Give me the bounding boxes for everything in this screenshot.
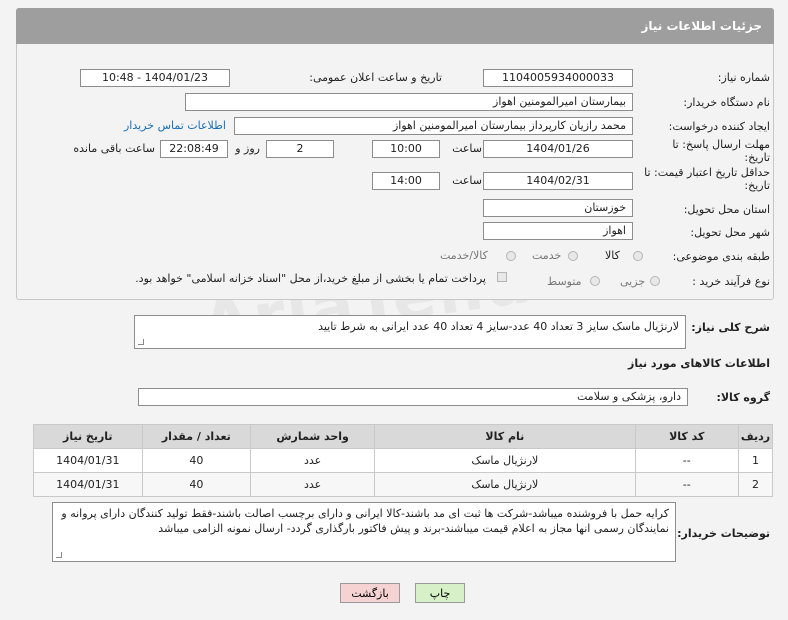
col-unit: واحد شمارش xyxy=(250,424,376,449)
category-goods-service-radio[interactable] xyxy=(506,251,516,261)
cell-qty: 40 xyxy=(141,448,252,473)
panel-title: جزئیات اطلاعات نیاز xyxy=(641,19,762,33)
price-time-field: 14:00 xyxy=(372,172,440,190)
col-qty: تعداد / مقدار xyxy=(141,424,252,449)
cell-name: لارنژیال ماسک xyxy=(374,472,636,497)
cell-date: 1404/01/31 xyxy=(33,448,143,473)
cell-row: 1 xyxy=(737,448,774,473)
response-deadline-label: مهلت ارسال پاسخ: تا تاریخ: xyxy=(672,138,770,164)
price-date-field: 1404/02/31 xyxy=(483,172,633,190)
cell-code: -- xyxy=(634,448,739,473)
col-row: ردیف xyxy=(737,424,774,449)
process-type-label: نوع فرآیند خرید : xyxy=(692,275,770,288)
days-left-field: 2 xyxy=(266,140,334,158)
description-label: شرح کلی نیاز: xyxy=(691,321,770,334)
hours-left-label: ساعت باقی مانده xyxy=(73,142,155,155)
col-code: کد کالا xyxy=(634,424,739,449)
goods-table-header: ردیف کد کالا نام کالا واحد شمارش تعداد /… xyxy=(33,424,774,449)
city-label: شهر محل تحویل: xyxy=(690,226,770,239)
description-text: لارنژیال ماسک سایز 3 تعداد 40 عدد-سایز 4… xyxy=(318,320,679,333)
treasury-payment-note: پرداخت تمام یا بخشی از مبلغ خرید،از محل … xyxy=(135,272,486,285)
goods-info-heading: اطلاعات کالاهای مورد نیاز xyxy=(628,357,770,370)
buyer-notes-text: کرایه حمل با فروشنده میباشد-شرکت ها ثبت … xyxy=(61,507,669,535)
buyer-org-field: بیمارستان امیرالمومنین اهواز xyxy=(185,93,633,111)
category-goods-service-label: کالا/خدمت xyxy=(440,249,488,262)
cell-unit: عدد xyxy=(250,448,376,473)
response-date-field: 1404/01/26 xyxy=(483,140,633,158)
panel-header: جزئیات اطلاعات نیاز xyxy=(16,8,774,44)
buyer-notes-textarea: کرایه حمل با فروشنده میباشد-شرکت ها ثبت … xyxy=(52,502,676,562)
col-date: تاریخ نیاز xyxy=(33,424,143,449)
col-name: نام کالا xyxy=(374,424,636,449)
cell-unit: عدد xyxy=(250,472,376,497)
cell-name: لارنژیال ماسک xyxy=(374,448,636,473)
category-goods-radio[interactable] xyxy=(633,251,643,261)
province-field: خوزستان xyxy=(483,199,633,217)
category-goods-label: کالا xyxy=(605,249,620,262)
category-service-radio[interactable] xyxy=(568,251,578,261)
city-field: اهواز xyxy=(483,222,633,240)
goods-table: ردیف کد کالا نام کالا واحد شمارش تعداد /… xyxy=(33,424,774,497)
treasury-payment-checkbox[interactable] xyxy=(497,272,507,282)
description-textarea: لارنژیال ماسک سایز 3 تعداد 40 عدد-سایز 4… xyxy=(134,315,686,349)
cell-row: 2 xyxy=(737,472,774,497)
process-medium-label: متوسط xyxy=(547,275,582,288)
province-label: استان محل تحویل: xyxy=(683,203,770,216)
cell-code: -- xyxy=(634,472,739,497)
process-minor-radio[interactable] xyxy=(650,276,660,286)
buyer-notes-resize-handle[interactable] xyxy=(56,552,62,558)
need-number-label: شماره نیاز: xyxy=(717,71,770,84)
announce-datetime-label: تاریخ و ساعت اعلان عمومی: xyxy=(309,71,442,84)
goods-group-field: دارو، پزشکی و سلامت xyxy=(138,388,688,406)
process-medium-radio[interactable] xyxy=(590,276,600,286)
category-service-label: خدمت xyxy=(532,249,562,262)
buyer-org-label: نام دستگاه خریدار: xyxy=(683,96,770,109)
response-time-field: 10:00 xyxy=(372,140,440,158)
price-validity-label: حداقل تاریخ اعتبار قیمت: تا تاریخ: xyxy=(644,166,770,192)
time-left-field: 22:08:49 xyxy=(160,140,228,158)
process-minor-label: جزیی xyxy=(620,275,646,288)
price-time-label: ساعت xyxy=(452,174,482,187)
cell-qty: 40 xyxy=(141,472,252,497)
announce-datetime-field: 1404/01/23 - 10:48 xyxy=(80,69,230,87)
table-row: 2 -- لارنژیال ماسک عدد 40 1404/01/31 xyxy=(33,472,774,497)
print-button[interactable]: چاپ xyxy=(415,583,465,603)
back-button[interactable]: بازگشت xyxy=(340,583,400,603)
category-label: طبقه بندی موضوعی: xyxy=(672,250,770,263)
description-resize-handle[interactable] xyxy=(138,339,144,345)
table-row: 1 -- لارنژیال ماسک عدد 40 1404/01/31 xyxy=(33,448,774,473)
response-time-label: ساعت xyxy=(452,142,482,155)
requester-label: ایجاد کننده درخواست: xyxy=(668,120,770,133)
buyer-notes-label: توضیحات خریدار: xyxy=(677,527,770,540)
requester-field: محمد رازیان کارپرداز بیمارستان امیرالموم… xyxy=(234,117,633,135)
goods-group-label: گروه کالا: xyxy=(716,391,770,404)
day-and-label: روز و xyxy=(235,142,260,155)
need-number-field: 1104005934000033 xyxy=(483,69,633,87)
contact-info-link[interactable]: اطلاعات تماس خریدار xyxy=(124,119,226,132)
cell-date: 1404/01/31 xyxy=(33,472,143,497)
